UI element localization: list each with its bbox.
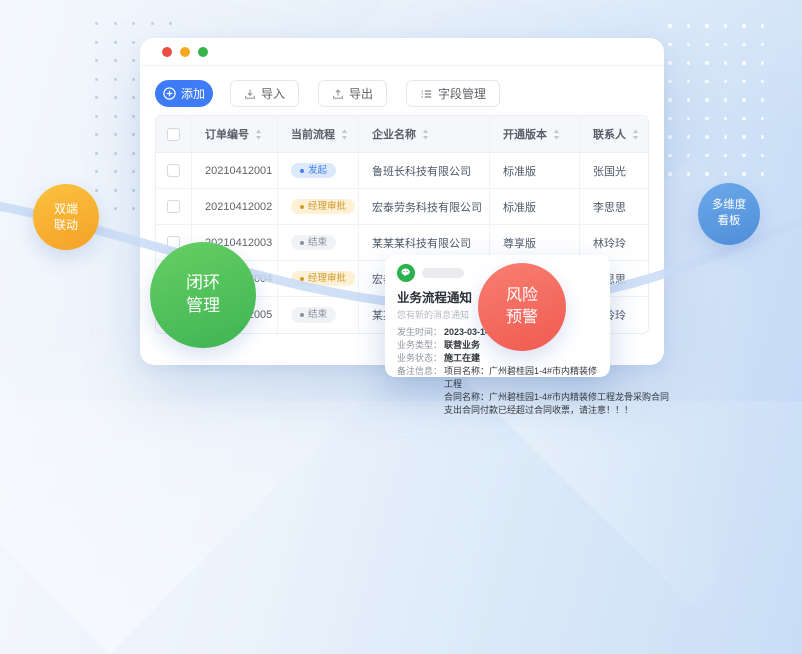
notification-field: 备注信息：项目名称：广州碧桂园1-4#市内精装修工程	[397, 365, 598, 391]
order-no-cell: 20210412002	[192, 189, 278, 225]
field-manage-button[interactable]: 字段管理	[406, 80, 500, 107]
window-maximize-icon[interactable]	[198, 47, 208, 57]
window-titlebar	[140, 38, 664, 66]
sort-icon	[553, 129, 560, 140]
notification-source-placeholder	[422, 268, 464, 278]
window-minimize-icon[interactable]	[180, 47, 190, 57]
flow-cell: 发起	[278, 153, 359, 189]
import-button[interactable]: 导入	[230, 80, 299, 107]
import-icon	[244, 88, 256, 100]
notification-field-label: 业务状态：	[397, 352, 444, 365]
column-header-order_no[interactable]: 订单编号	[192, 116, 278, 153]
column-header-version[interactable]: 开通版本	[490, 116, 580, 153]
badge-line: 闭环	[186, 272, 220, 295]
flow-cell: 经理审批	[278, 189, 359, 225]
badge-line: 管理	[186, 295, 220, 318]
plus-circle-icon	[163, 87, 176, 100]
status-pill: 结束	[291, 307, 336, 323]
version-cell: 标准版	[490, 189, 580, 225]
version-cell: 标准版	[490, 153, 580, 189]
export-icon	[332, 88, 344, 100]
field-list-icon	[420, 88, 433, 100]
status-pill: 发起	[291, 163, 336, 179]
toolbar: 添加 导入 导出 字段管理	[140, 66, 664, 115]
badge-multi-board: 多维度 看板	[698, 183, 760, 245]
sort-icon	[341, 129, 348, 140]
flow-cell: 结束	[278, 225, 359, 261]
sort-icon	[255, 129, 262, 140]
notification-remark-line: 合同名称：广州碧桂园1-4#市内精装修工程龙骨采购合同	[444, 391, 598, 404]
notification-field-value: 施工在建	[444, 352, 480, 365]
notification-remark-line: 支出合同付款已经超过合同收票，请注意！！！	[444, 404, 598, 417]
notification-field-label: 备注信息：	[397, 365, 444, 391]
notification-field: 业务状态：施工在建	[397, 352, 598, 365]
company-cell: 鲁班长科技有限公司	[359, 153, 490, 189]
company-cell: 宏泰劳务科技有限公司	[359, 189, 490, 225]
badge-line: 双端	[54, 201, 78, 217]
sort-icon	[422, 129, 429, 140]
status-pill: 经理审批	[291, 199, 355, 215]
row-checkbox-cell	[156, 153, 192, 189]
notification-field-value: 项目名称：广州碧桂园1-4#市内精装修工程	[444, 365, 598, 391]
row-checkbox-cell	[156, 189, 192, 225]
notification-field-label: 业务类型：	[397, 339, 444, 352]
badge-line: 联动	[54, 217, 78, 233]
column-header-flow[interactable]: 当前流程	[278, 116, 359, 153]
table-header-row: 订单编号 当前流程 企业名称 开通版本 联系人	[156, 116, 648, 153]
contact-cell: 李思思	[580, 189, 649, 225]
add-button[interactable]: 添加	[155, 80, 213, 107]
flow-cell: 结束	[278, 297, 359, 333]
contact-cell: 张国光	[580, 153, 649, 189]
notification-field-label: 发生时间：	[397, 326, 444, 339]
badge-closed-loop: 闭环 管理	[150, 242, 256, 348]
notification-field-value: 联营业务	[444, 339, 480, 352]
table-row: 20210412002 经理审批宏泰劳务科技有限公司标准版李思思	[156, 189, 648, 225]
row-checkbox[interactable]	[167, 164, 180, 177]
column-header-company[interactable]: 企业名称	[359, 116, 490, 153]
badge-line: 多维度	[712, 198, 747, 214]
order-no-cell: 20210412001	[192, 153, 278, 189]
column-header-contact[interactable]: 联系人	[580, 116, 649, 153]
column-header-label: 联系人	[593, 126, 626, 142]
export-button[interactable]: 导出	[318, 80, 387, 107]
status-pill: 结束	[291, 235, 336, 251]
column-header-label: 企业名称	[372, 126, 416, 142]
column-header-label: 开通版本	[503, 126, 547, 142]
status-pill: 经理审批	[291, 271, 355, 287]
flow-cell: 经理审批	[278, 261, 359, 297]
row-checkbox[interactable]	[167, 200, 180, 213]
table-row: 20210412001 发起 鲁班长科技有限公司标准版张国光	[156, 153, 648, 189]
badge-line: 风险	[506, 285, 538, 307]
column-header-label: 订单编号	[205, 126, 249, 142]
wechat-icon	[397, 264, 415, 282]
badge-dual-link: 双端 联动	[33, 184, 99, 250]
select-all-checkbox[interactable]	[167, 128, 180, 141]
window-close-icon[interactable]	[162, 47, 172, 57]
badge-line: 预警	[506, 307, 538, 329]
column-header-label: 当前流程	[291, 126, 335, 142]
badge-risk-alert: 风险 预警	[478, 263, 566, 351]
header-checkbox-cell	[156, 116, 192, 153]
badge-line: 看板	[718, 214, 741, 230]
sort-icon	[632, 129, 639, 140]
